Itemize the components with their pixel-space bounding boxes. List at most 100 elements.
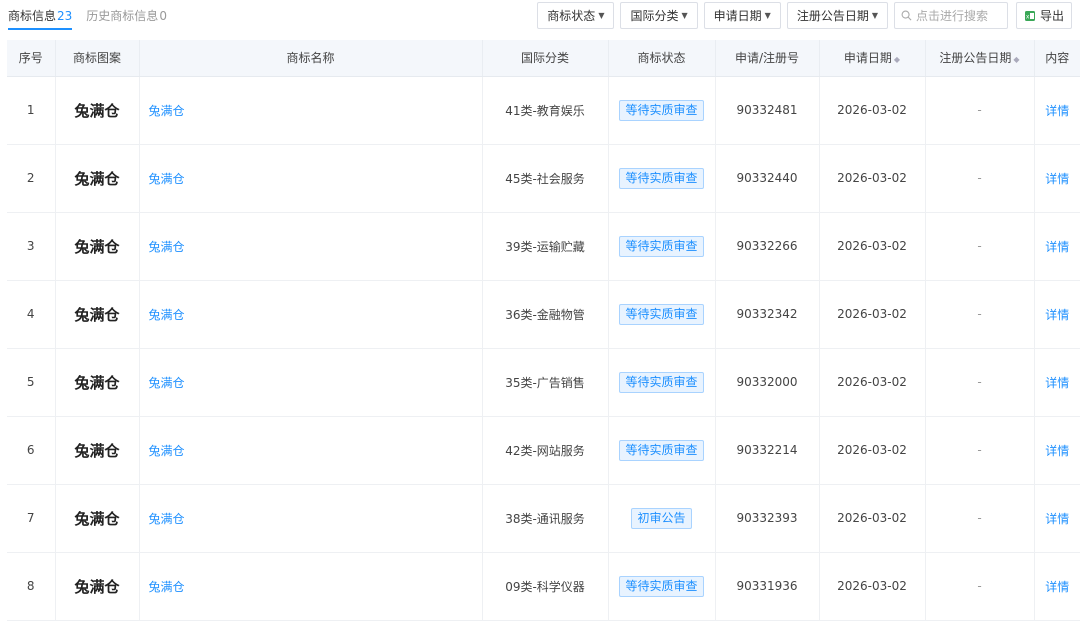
header-notice-date-label: 注册公告日期 <box>939 51 1012 66</box>
caret-down-icon: ▼ <box>681 11 688 20</box>
table-row: 7 兔满仓 兔满仓 38类-通讯服务 初审公告 90332393 2026-03… <box>7 484 1080 553</box>
tab-trademark-info-count: 23 <box>57 9 73 23</box>
cell-reg-no: 90332393 <box>715 484 820 553</box>
cell-name-link[interactable]: 兔满仓 <box>139 348 483 417</box>
reg-notice-date-filter-dropdown[interactable]: 注册公告日期 ▼ <box>786 2 888 29</box>
cell-name-link[interactable]: 兔满仓 <box>139 212 483 281</box>
cell-status: 初审公告 <box>608 484 716 553</box>
cell-index: 7 <box>7 484 56 553</box>
cell-name-link[interactable]: 兔满仓 <box>139 144 483 213</box>
cell-status: 等待实质审查 <box>608 280 716 349</box>
trademark-image: 兔满仓 <box>55 280 140 349</box>
cell-reg-no: 90332266 <box>715 212 820 281</box>
intl-class-filter-label: 国际分类 <box>630 9 679 23</box>
cell-notice-date: - <box>925 348 1035 417</box>
cell-status: 等待实质审查 <box>608 416 716 485</box>
header-status: 商标状态 <box>608 40 716 77</box>
cell-intl-class: 42类-网站服务 <box>482 416 609 485</box>
trademark-image: 兔满仓 <box>55 76 140 145</box>
cell-notice-date: - <box>925 484 1035 553</box>
cell-name-link[interactable]: 兔满仓 <box>139 416 483 485</box>
sort-icon: ◆ <box>1013 55 1020 65</box>
cell-intl-class: 35类-广告销售 <box>482 348 609 417</box>
cell-status: 等待实质审查 <box>608 76 716 145</box>
status-badge: 等待实质审查 <box>619 235 704 257</box>
header-intl-class: 国际分类 <box>482 40 609 77</box>
cell-name-link[interactable]: 兔满仓 <box>139 280 483 349</box>
intl-class-filter-dropdown[interactable]: 国际分类 ▼ <box>620 2 698 29</box>
export-button[interactable]: x 导出 <box>1015 2 1072 29</box>
trademark-image: 兔满仓 <box>55 348 140 417</box>
export-label: 导出 <box>1039 9 1064 23</box>
cell-status: 等待实质审查 <box>608 144 716 213</box>
cell-reg-no: 90332000 <box>715 348 820 417</box>
detail-link[interactable]: 详情 <box>1034 212 1080 281</box>
cell-index: 2 <box>7 144 56 213</box>
status-filter-label: 商标状态 <box>547 9 596 23</box>
cell-apply-date: 2026-03-02 <box>819 348 926 417</box>
detail-link[interactable]: 详情 <box>1034 280 1080 349</box>
cell-apply-date: 2026-03-02 <box>819 484 926 553</box>
status-badge: 等待实质审查 <box>619 167 704 189</box>
table-row: 4 兔满仓 兔满仓 36类-金融物管 等待实质审查 90332342 2026-… <box>7 280 1080 349</box>
tab-trademark-info-label: 商标信息 <box>8 9 57 23</box>
status-badge: 等待实质审查 <box>619 439 704 461</box>
search-box <box>893 2 1008 29</box>
detail-link[interactable]: 详情 <box>1034 348 1080 417</box>
table-header-row: 序号 商标图案 商标名称 国际分类 商标状态 申请/注册号 申请日期 ◆ 注册公告… <box>7 40 1080 77</box>
top-toolbar: 商标信息23 历史商标信息0 商标状态 ▼ 国际分类 ▼ 申请日期 ▼ 注册公告日期 ▼… <box>0 0 1080 38</box>
apply-date-filter-dropdown[interactable]: 申请日期 ▼ <box>703 2 781 29</box>
tab-trademark-info[interactable]: 商标信息23 <box>8 0 73 30</box>
header-notice-date[interactable]: 注册公告日期 ◆ <box>925 40 1035 77</box>
svg-text:x: x <box>1026 13 1030 20</box>
cell-index: 8 <box>7 552 56 621</box>
cell-name-link[interactable]: 兔满仓 <box>139 76 483 145</box>
cell-status: 等待实质审查 <box>608 348 716 417</box>
header-apply-date-label: 申请日期 <box>843 51 892 66</box>
cell-name-link[interactable]: 兔满仓 <box>139 484 483 553</box>
cell-apply-date: 2026-03-02 <box>819 280 926 349</box>
caret-down-icon: ▼ <box>871 11 878 20</box>
table-row: 3 兔满仓 兔满仓 39类-运输贮藏 等待实质审查 90332266 2026-… <box>7 212 1080 281</box>
caret-down-icon: ▼ <box>598 11 605 20</box>
status-badge: 等待实质审查 <box>619 575 704 597</box>
detail-link[interactable]: 详情 <box>1034 484 1080 553</box>
status-badge: 等待实质审查 <box>619 99 704 121</box>
tab-history-count: 0 <box>159 9 167 23</box>
cell-apply-date: 2026-03-02 <box>819 416 926 485</box>
cell-intl-class: 38类-通讯服务 <box>482 484 609 553</box>
cell-index: 5 <box>7 348 56 417</box>
search-input[interactable] <box>915 8 1006 23</box>
status-badge: 初审公告 <box>631 507 692 529</box>
header-image: 商标图案 <box>55 40 140 77</box>
cell-reg-no: 90332440 <box>715 144 820 213</box>
cell-intl-class: 36类-金融物管 <box>482 280 609 349</box>
cell-status: 等待实质审查 <box>608 212 716 281</box>
detail-link[interactable]: 详情 <box>1034 416 1080 485</box>
cell-index: 4 <box>7 280 56 349</box>
cell-notice-date: - <box>925 144 1035 213</box>
cell-intl-class: 09类-科学仪器 <box>482 552 609 621</box>
cell-intl-class: 41类-教育娱乐 <box>482 76 609 145</box>
detail-link[interactable]: 详情 <box>1034 76 1080 145</box>
cell-index: 6 <box>7 416 56 485</box>
cell-intl-class: 39类-运输贮藏 <box>482 212 609 281</box>
cell-index: 3 <box>7 212 56 281</box>
sort-icon: ◆ <box>893 55 901 65</box>
cell-name-link[interactable]: 兔满仓 <box>139 552 483 621</box>
trademark-image: 兔满仓 <box>55 416 140 485</box>
detail-link[interactable]: 详情 <box>1034 552 1080 621</box>
status-badge: 等待实质审查 <box>619 303 704 325</box>
search-icon <box>901 10 912 21</box>
header-name: 商标名称 <box>139 40 483 77</box>
table-row: 6 兔满仓 兔满仓 42类-网站服务 等待实质审查 90332214 2026-… <box>7 416 1080 485</box>
table-row: 2 兔满仓 兔满仓 45类-社会服务 等待实质审查 90332440 2026-… <box>7 144 1080 213</box>
cell-intl-class: 45类-社会服务 <box>482 144 609 213</box>
cell-notice-date: - <box>925 552 1035 621</box>
tab-history-trademark-info[interactable]: 历史商标信息0 <box>86 0 167 30</box>
detail-link[interactable]: 详情 <box>1034 144 1080 213</box>
apply-date-filter-label: 申请日期 <box>713 9 762 23</box>
header-apply-date[interactable]: 申请日期 ◆ <box>819 40 926 77</box>
status-filter-dropdown[interactable]: 商标状态 ▼ <box>537 2 615 29</box>
filter-bar: 商标状态▼ 国际分类▼ 申请日期▼ 注册公告日期▼ x 导出 <box>531 2 1072 29</box>
